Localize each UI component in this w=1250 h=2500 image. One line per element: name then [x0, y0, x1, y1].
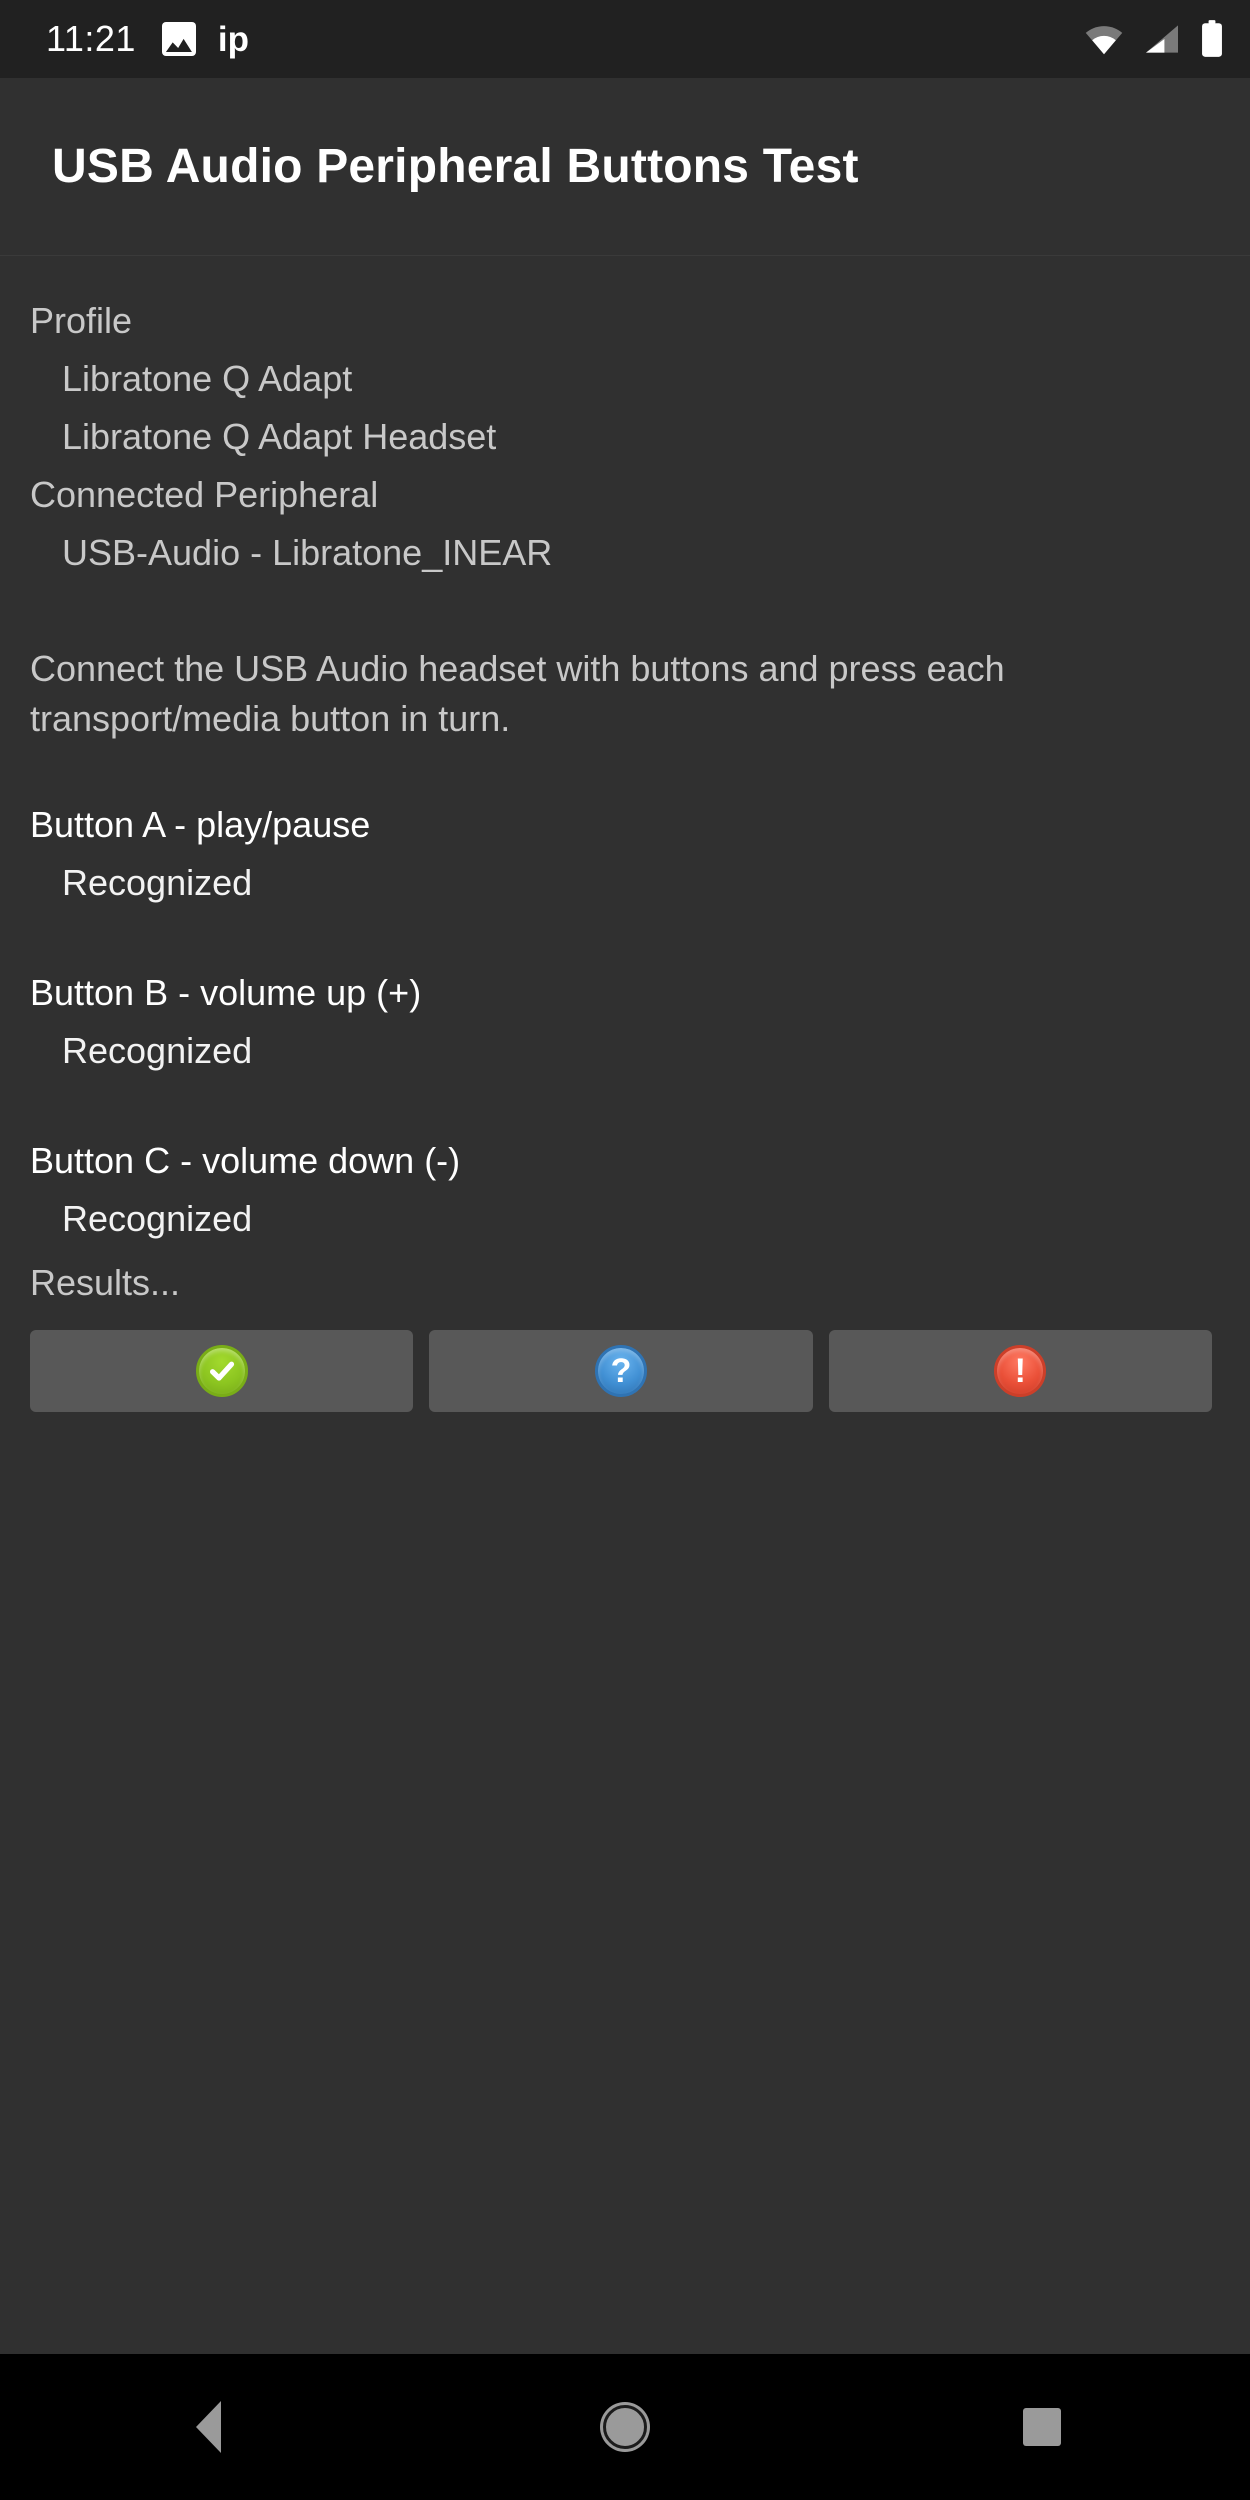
result-buttons-row: ? ! [30, 1330, 1220, 1412]
status-clock: 11:21 [46, 18, 136, 59]
profile-value-2: Libratone Q Adapt Headset [62, 416, 497, 457]
button-b-status: Recognized [62, 1030, 253, 1071]
android-nav-bar [0, 2354, 1250, 2500]
wifi-icon [1084, 23, 1124, 55]
results-label: Results... [30, 1262, 181, 1303]
instructions-text: Connect the USB Audio headset with butto… [30, 648, 1005, 739]
test-content: Profile Libratone Q Adapt Libratone Q Ad… [0, 256, 1250, 2354]
nav-back-button[interactable] [128, 2354, 288, 2500]
question-circle-icon: ? [594, 1345, 647, 1397]
status-bar-right [1084, 20, 1224, 58]
button-a-label: Button A - play/pause [30, 804, 371, 845]
home-icon [602, 2405, 647, 2449]
nav-home-button[interactable] [545, 2354, 705, 2500]
profile-label: Profile [30, 300, 133, 341]
button-b-label: Button B - volume up (+) [30, 972, 422, 1013]
back-icon [195, 2401, 221, 2453]
nav-recents-button[interactable] [962, 2354, 1122, 2500]
battery-full-icon [1200, 20, 1224, 58]
page-title: USB Audio Peripheral Buttons Test [52, 140, 859, 193]
connected-peripheral-label: Connected Peripheral [30, 474, 379, 515]
pass-button[interactable] [30, 1330, 414, 1412]
connected-peripheral-value: USB-Audio - Libratone_INEAR [62, 532, 553, 573]
info-button[interactable]: ? [429, 1330, 813, 1412]
recents-icon [1022, 2408, 1061, 2446]
status-bar: 11:21 ip [0, 0, 1250, 78]
cell-signal-icon [1142, 23, 1182, 55]
photo-icon [161, 22, 196, 56]
button-c-label: Button C - volume down (-) [30, 1140, 461, 1181]
question-glyph: ? [610, 1352, 632, 1390]
button-c-status: Recognized [62, 1198, 253, 1239]
profile-value-1: Libratone Q Adapt [62, 358, 353, 399]
status-notification-label: ip [217, 19, 250, 59]
fail-button[interactable]: ! [828, 1330, 1212, 1412]
status-bar-left: 11:21 ip [46, 21, 249, 57]
exclamation-glyph: ! [1014, 1352, 1026, 1390]
phone-screen: 11:21 ip USB Audio Peripheral Buttons Te… [0, 0, 1250, 2500]
status-notification-icons: ip [161, 19, 250, 59]
check-circle-icon [195, 1345, 248, 1397]
app-title-bar: USB Audio Peripheral Buttons Test [0, 78, 1250, 256]
exclamation-circle-icon: ! [994, 1345, 1047, 1397]
button-a-status: Recognized [62, 862, 253, 903]
